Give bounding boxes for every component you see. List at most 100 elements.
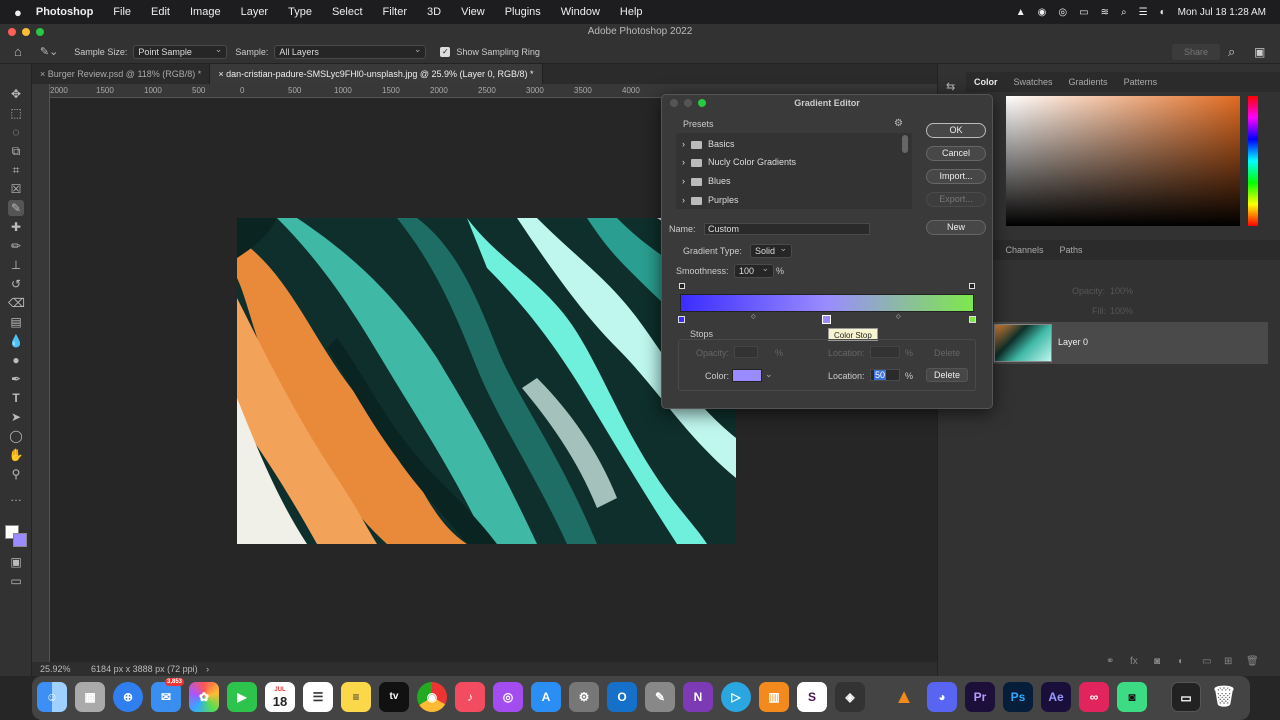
hue-slider[interactable]: [1248, 96, 1258, 226]
tab-swatches[interactable]: Swatches: [1006, 77, 1061, 87]
quick-mask-icon[interactable]: ▣: [8, 554, 24, 570]
menu-layer[interactable]: Layer: [241, 6, 269, 18]
zoom-level[interactable]: 25.92%: [40, 664, 71, 674]
presets-list[interactable]: › Basics › Nucly Color Gradients › Blues › P…: [676, 133, 912, 209]
after-effects-icon[interactable]: Ae: [1041, 682, 1071, 712]
onenote-icon[interactable]: N: [683, 682, 713, 712]
opacity-value[interactable]: 100%: [1110, 286, 1133, 296]
opacity-stop-right[interactable]: [969, 283, 975, 289]
close-window-button[interactable]: [8, 28, 16, 36]
hand-tool-icon[interactable]: ✋: [8, 447, 24, 463]
vlc-icon[interactable]: ▲: [889, 682, 919, 712]
control-center-icon[interactable]: ☰: [1139, 7, 1148, 18]
menu-filter[interactable]: Filter: [383, 6, 407, 18]
group-icon[interactable]: ▭: [1202, 656, 1211, 667]
home-icon[interactable]: ⌂: [14, 44, 22, 59]
cancel-button[interactable]: Cancel: [926, 146, 986, 161]
menu-type[interactable]: Type: [288, 6, 312, 18]
eyedropper-preset-icon[interactable]: ✎⌄: [40, 45, 58, 58]
tab-burger-review[interactable]: × Burger Review.psd @ 118% (RGB/8) *: [32, 64, 211, 84]
zoom-window-button[interactable]: [36, 28, 44, 36]
export-button[interactable]: Export...: [926, 192, 986, 207]
preset-folder-purples[interactable]: › Purples: [682, 191, 898, 209]
show-ring-checkbox[interactable]: ✓: [440, 46, 451, 57]
lasso-tool-icon[interactable]: ◌: [8, 124, 24, 140]
crop-tool-icon[interactable]: ⌗: [8, 162, 24, 178]
more-tools-icon[interactable]: …: [8, 489, 24, 505]
ok-button[interactable]: OK: [926, 123, 986, 138]
name-input[interactable]: Custom: [704, 223, 870, 235]
eyedropper-tool-icon[interactable]: ✎: [8, 200, 24, 216]
outlook-icon[interactable]: O: [607, 682, 637, 712]
stamp-tool-icon[interactable]: ⊥: [8, 257, 24, 273]
import-button[interactable]: Import...: [926, 169, 986, 184]
preset-folder-blues[interactable]: › Blues: [682, 172, 898, 190]
menu-file[interactable]: File: [113, 6, 131, 18]
gradient-preview-bar[interactable]: [680, 294, 974, 312]
dodge-tool-icon[interactable]: ●: [8, 352, 24, 368]
menu-3d[interactable]: 3D: [427, 6, 441, 18]
brush-tool-icon[interactable]: ✏: [8, 238, 24, 254]
screen-recording-icon[interactable]: ▭: [1171, 682, 1201, 712]
stop-color-swatch[interactable]: [732, 369, 762, 382]
object-select-tool-icon[interactable]: ⧉: [8, 143, 24, 159]
music-icon[interactable]: ♪: [455, 682, 485, 712]
menu-window[interactable]: Window: [561, 6, 600, 18]
menu-select[interactable]: Select: [332, 6, 363, 18]
chevron-right-icon[interactable]: ›: [206, 664, 209, 674]
slack-icon[interactable]: S: [797, 682, 827, 712]
sample-select[interactable]: All Layers: [274, 43, 427, 59]
notes-icon[interactable]: ≡: [341, 682, 371, 712]
shape-tool-icon[interactable]: ◯: [8, 428, 24, 444]
eraser-tool-icon[interactable]: ⌫: [8, 295, 25, 311]
smoothness-select[interactable]: 100: [734, 262, 774, 278]
android-icon[interactable]: ◙: [1117, 682, 1147, 712]
close-tab-icon[interactable]: ×: [40, 69, 48, 79]
reminders-icon[interactable]: ☰: [303, 682, 333, 712]
tab-paths[interactable]: Paths: [1052, 245, 1091, 255]
clock[interactable]: Mon Jul 18 1:28 AM: [1178, 7, 1266, 18]
color-picker-field[interactable]: [1006, 96, 1240, 226]
presets-scrollbar[interactable]: [902, 135, 908, 153]
zoom-tool-icon[interactable]: ⚲: [8, 466, 24, 482]
menu-plugins[interactable]: Plugins: [505, 6, 541, 18]
fill-value[interactable]: 100%: [1110, 306, 1133, 316]
share-button[interactable]: Share: [1172, 43, 1220, 60]
tab-channels[interactable]: Channels: [998, 245, 1052, 255]
podcasts-icon[interactable]: ◎: [493, 682, 523, 712]
history-panel-icon[interactable]: ⇆: [946, 80, 955, 93]
gear-icon[interactable]: ⚙: [894, 118, 903, 129]
trash-icon[interactable]: 🗑: [1209, 682, 1239, 712]
opacity-delete-button[interactable]: Delete: [934, 348, 960, 358]
app-store-icon[interactable]: A: [531, 682, 561, 712]
record-icon[interactable]: ◎: [1058, 7, 1067, 18]
chevron-right-icon[interactable]: ›: [682, 195, 685, 205]
wifi-icon[interactable]: ≋: [1101, 7, 1109, 18]
adjustment-icon[interactable]: ◐: [1178, 656, 1184, 667]
healing-brush-tool-icon[interactable]: ✚: [8, 219, 24, 235]
davinci-icon[interactable]: ◈: [835, 682, 865, 712]
tab-unsplash-image[interactable]: × dan-cristian-padure-SMSLyc9FHl0-unspla…: [210, 64, 543, 84]
menu-image[interactable]: Image: [190, 6, 221, 18]
system-preferences-icon[interactable]: ⚙: [569, 682, 599, 712]
battery-icon[interactable]: ▭: [1079, 7, 1088, 18]
menu-edit[interactable]: Edit: [151, 6, 170, 18]
calendar-icon[interactable]: JUL 18: [265, 682, 295, 712]
gradient-tool-icon[interactable]: ▤: [8, 314, 24, 330]
gradient-type-select[interactable]: Solid: [750, 242, 792, 258]
apple-tv-icon[interactable]: tv: [379, 682, 409, 712]
move-tool-icon[interactable]: ✥: [8, 86, 24, 102]
color-stop-middle[interactable]: [822, 315, 831, 324]
photoshop-icon[interactable]: Ps: [1003, 682, 1033, 712]
tab-color[interactable]: Color: [966, 77, 1006, 87]
pen-tool-icon[interactable]: ✒: [8, 371, 24, 387]
menu-help[interactable]: Help: [620, 6, 643, 18]
color-stop-right[interactable]: [969, 316, 976, 323]
opacity-stop-left[interactable]: [679, 283, 685, 289]
fx-icon[interactable]: fx: [1130, 656, 1138, 667]
tab-gradients[interactable]: Gradients: [1061, 77, 1116, 87]
type-tool-icon[interactable]: T: [8, 390, 24, 406]
creative-cloud-icon[interactable]: ∞: [1079, 682, 1109, 712]
cloud-icon[interactable]: ◉: [1038, 7, 1047, 18]
layer-name[interactable]: Layer 0: [1058, 337, 1088, 347]
